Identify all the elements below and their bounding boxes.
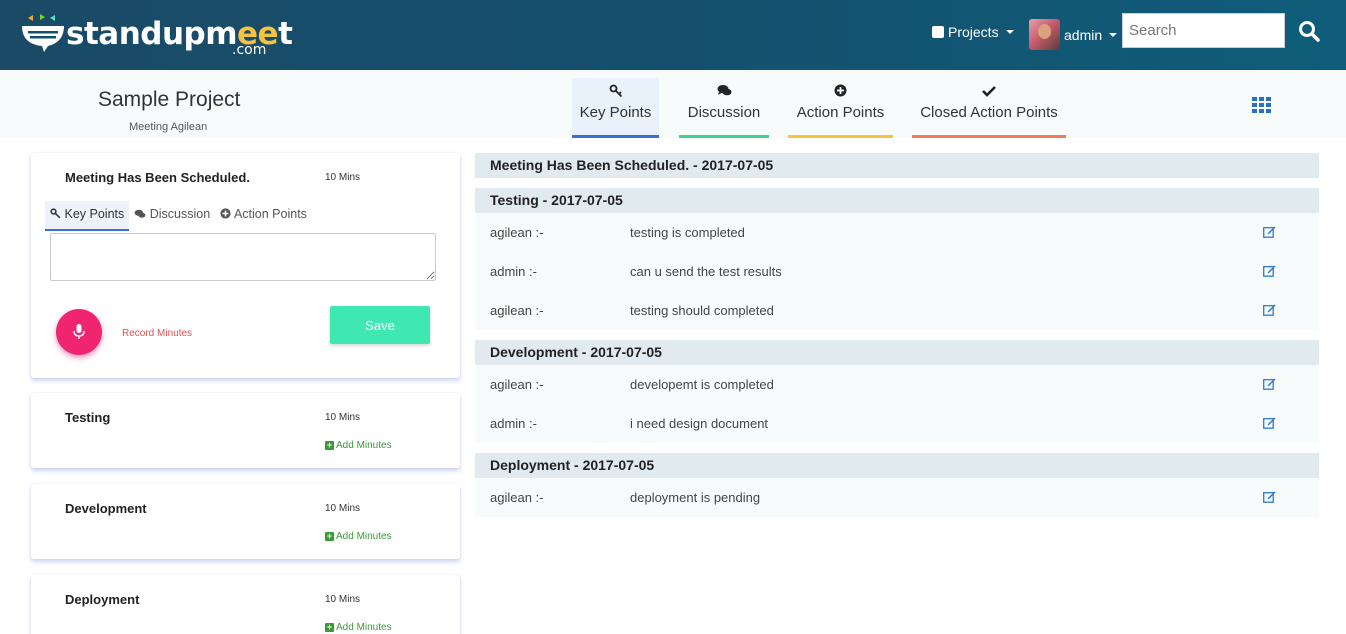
entry-author: admin :- [490, 416, 537, 431]
tab-label: Action Points [796, 104, 885, 121]
entry-author: agilean :- [490, 225, 544, 240]
minutes-entry: admin :- i need design document [475, 404, 1319, 443]
microphone-icon [73, 324, 85, 339]
chat-bowl-logo-icon [22, 14, 64, 52]
save-button[interactable]: Save [330, 306, 430, 344]
agenda-card-active: Meeting Has Been Scheduled. 10 Mins Key … [31, 153, 460, 378]
user-menu[interactable]: admin [1029, 19, 1118, 50]
tab-discussion-inner[interactable]: Discussion [129, 201, 215, 231]
tab-closed-action-points[interactable]: Closed Action Points [912, 78, 1066, 138]
search-icon[interactable] [1298, 20, 1320, 42]
avatar [1029, 19, 1060, 50]
key-icon [572, 84, 659, 102]
record-minutes-link[interactable]: Record Minutes [122, 328, 192, 339]
add-minutes-link[interactable]: + Add Minutes [325, 622, 392, 633]
entry-text: testing is completed [630, 225, 745, 240]
edit-icon[interactable] [1263, 490, 1276, 503]
key-icon [50, 208, 61, 219]
agenda-item-duration: 10 Mins [325, 172, 361, 183]
edit-icon[interactable] [1263, 303, 1276, 316]
tab-underline [679, 135, 769, 138]
minutes-textarea[interactable] [50, 233, 436, 281]
tab-key-points[interactable]: Key Points [572, 78, 659, 138]
edit-icon[interactable] [1263, 416, 1276, 429]
minutes-section-heading: Deployment - 2017-07-05 [475, 453, 1319, 478]
tab-label: Discussion [149, 207, 211, 221]
entry-author: agilean :- [490, 377, 544, 392]
plus-square-icon: + [325, 622, 334, 632]
comments-icon [679, 84, 769, 102]
entry-author: agilean :- [490, 303, 544, 318]
add-minutes-label: Add Minutes [336, 531, 392, 542]
caret-down-icon [1109, 32, 1118, 37]
entry-text: testing should completed [630, 303, 774, 318]
minutes-section-heading: Meeting Has Been Scheduled. - 2017-07-05 [475, 153, 1319, 178]
minutes-section-heading: Testing - 2017-07-05 [475, 188, 1319, 213]
agenda-item-title: Development [65, 501, 147, 516]
projects-dropdown[interactable]: Projects [932, 24, 1014, 40]
tab-label: Discussion [687, 104, 761, 121]
add-minutes-label: Add Minutes [336, 440, 392, 451]
add-minutes-link[interactable]: + Add Minutes [325, 440, 392, 451]
tab-discussion[interactable]: Discussion [679, 78, 769, 138]
tab-label: Key Points [579, 104, 652, 121]
tab-label: Closed Action Points [920, 104, 1058, 121]
entry-author: agilean :- [490, 490, 544, 505]
check-icon [912, 84, 1066, 102]
plus-circle-icon [220, 208, 231, 219]
plus-circle-icon [788, 84, 893, 102]
entry-author: admin :- [490, 264, 537, 279]
agenda-card[interactable]: Testing 10 Mins + Add Minutes [31, 393, 460, 468]
minutes-entry: agilean :- deployment is pending [475, 478, 1319, 517]
tab-underline [788, 135, 893, 138]
grid-icon[interactable] [1252, 97, 1271, 113]
top-navbar: standupmeet .com Projects admin [0, 0, 1346, 70]
agenda-item-title: Meeting Has Been Scheduled. [65, 170, 250, 185]
agenda-item-title: Testing [65, 410, 111, 425]
search-input[interactable] [1122, 13, 1285, 48]
edit-icon[interactable] [1263, 377, 1276, 390]
tab-label: Action Points [233, 207, 307, 221]
agenda-card[interactable]: Deployment 10 Mins + Add Minutes [31, 575, 460, 634]
edit-icon[interactable] [1263, 264, 1276, 277]
tab-underline [572, 135, 659, 138]
agenda-item-title: Deployment [65, 592, 140, 607]
tab-action-points[interactable]: Action Points [788, 78, 893, 138]
tab-action-points-inner[interactable]: Action Points [215, 201, 312, 231]
agenda-item-duration: 10 Mins [325, 503, 361, 514]
comments-icon [134, 209, 146, 218]
entry-text: deployment is pending [630, 490, 761, 505]
minutes-section-heading: Development - 2017-07-05 [475, 340, 1319, 365]
entry-text: can u send the test results [630, 264, 782, 279]
entry-text: i need design document [630, 416, 769, 431]
add-minutes-link[interactable]: + Add Minutes [325, 531, 392, 542]
record-button[interactable] [56, 309, 102, 355]
minutes-entry: agilean :- developemt is completed [475, 365, 1319, 404]
square-icon [932, 26, 944, 38]
edit-icon[interactable] [1263, 225, 1276, 238]
tab-key-points-inner[interactable]: Key Points [45, 201, 130, 231]
page-title: Sample Project [98, 88, 241, 111]
minutes-entry: admin :- can u send the test results [475, 252, 1319, 291]
add-minutes-label: Add Minutes [336, 622, 392, 633]
user-name: admin [1064, 26, 1103, 43]
caret-down-icon [1005, 30, 1014, 34]
logo-domain: .com [232, 42, 267, 58]
tab-underline [912, 135, 1066, 138]
plus-square-icon: + [325, 531, 334, 541]
minutes-entry: agilean :- testing is completed [475, 213, 1319, 252]
entry-text: developemt is completed [630, 377, 774, 392]
standupmeet-logo[interactable]: standupmeet .com [20, 12, 293, 58]
plus-square-icon: + [325, 440, 334, 450]
agenda-card[interactable]: Development 10 Mins + Add Minutes [31, 484, 460, 559]
page-subtitle: Meeting Agilean [129, 121, 208, 133]
minutes-tabs: Key Points Discussion Action Points [45, 201, 312, 231]
agenda-item-duration: 10 Mins [325, 594, 361, 605]
minutes-entry: agilean :- testing should completed [475, 291, 1319, 330]
projects-label: Projects [948, 24, 999, 40]
tab-label: Key Points [64, 207, 125, 221]
agenda-item-duration: 10 Mins [325, 412, 361, 423]
